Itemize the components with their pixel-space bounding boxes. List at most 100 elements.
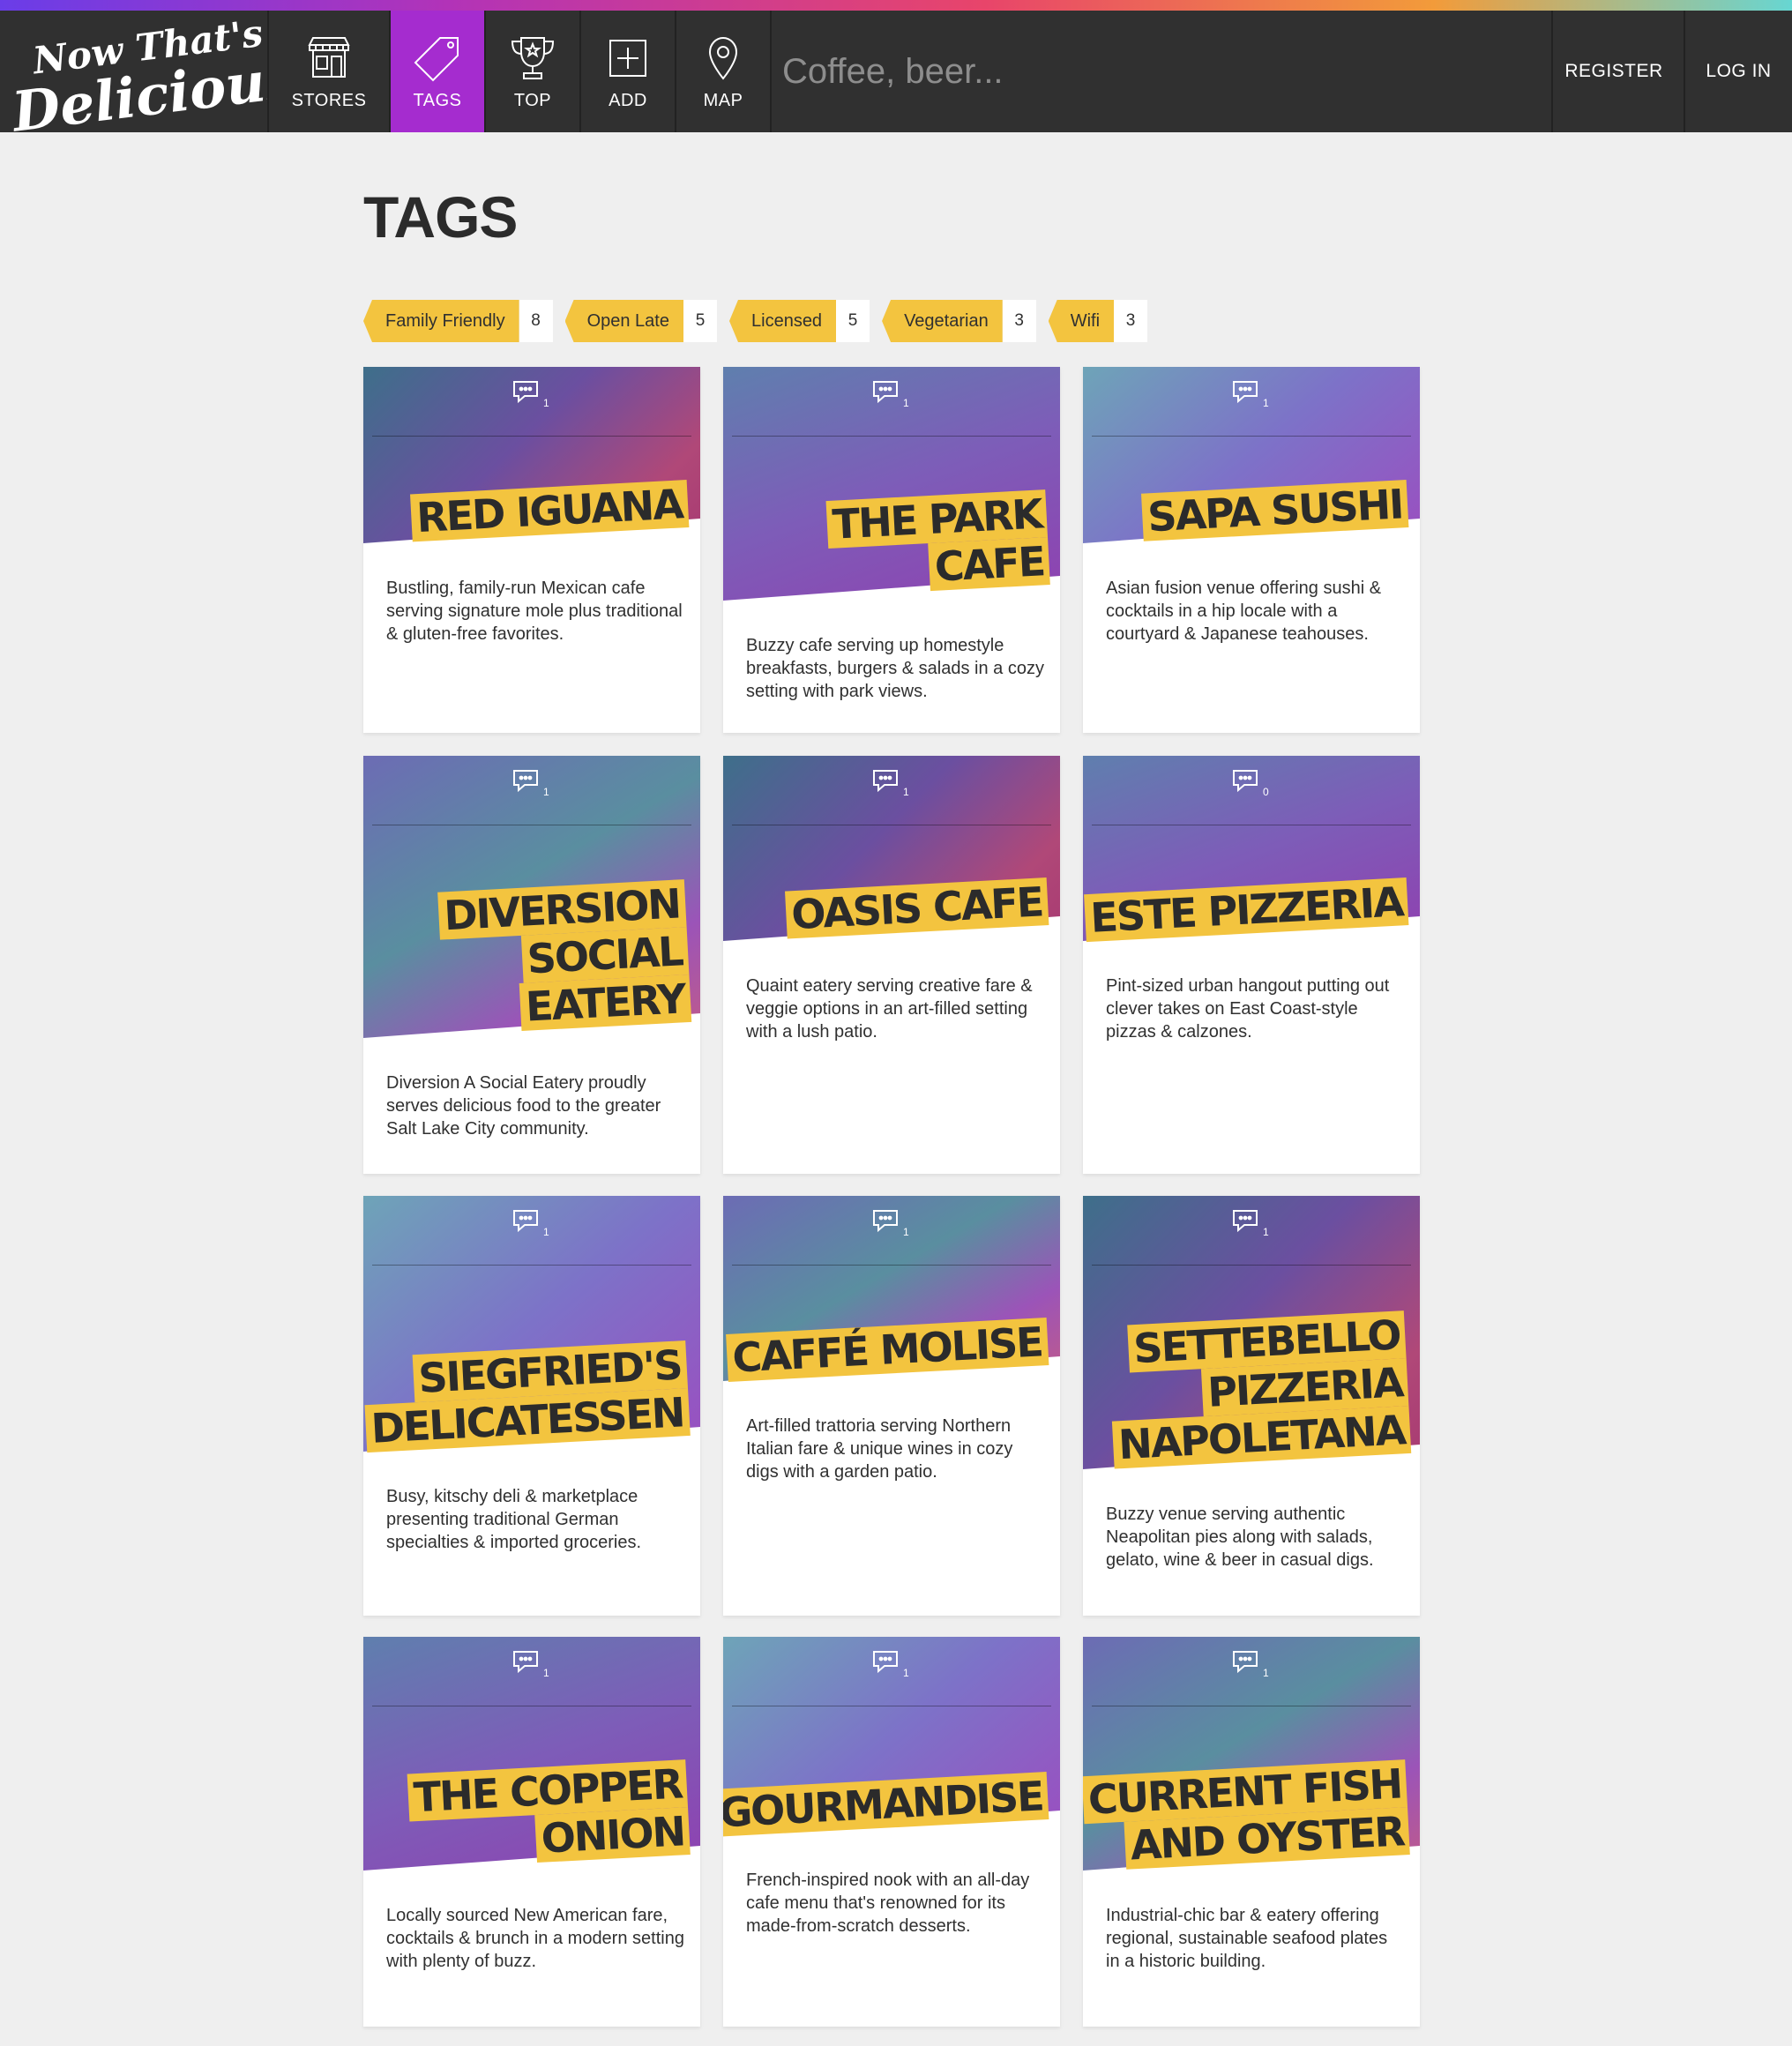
store-description: Bustling, family-run Mexican cafe servin… — [386, 579, 683, 644]
comment-count: 1 — [543, 1226, 549, 1238]
add-icon — [609, 39, 646, 77]
store-title[interactable]: CURRENT FISH AND OYSTER — [1083, 1759, 1410, 1871]
comment-indicator[interactable]: 1 — [511, 768, 552, 800]
store-description: Industrial-chic bar & eatery offering re… — [1106, 1906, 1388, 1971]
comment-icon — [513, 1651, 538, 1674]
logo-mark: Now That's Delicious! — [7, 11, 267, 132]
store-description: Diversion A Social Eatery proudly serves… — [386, 1073, 661, 1139]
store-description: Buzzy cafe serving up homestyle breakfas… — [746, 636, 1044, 701]
store-description: Quaint eatery serving creative fare & ve… — [746, 976, 1033, 1042]
hero-divider — [372, 1265, 691, 1266]
store-title[interactable]: SIEGFRIED'S DELICATESSEN — [363, 1340, 691, 1453]
comment-icon — [873, 1651, 898, 1674]
comment-icon — [1233, 1651, 1258, 1674]
store-description: Pint-sized urban hangout putting out cle… — [1106, 976, 1390, 1042]
store-card[interactable]: 1 SETTEBELLO PIZZERIA NAPOLETANA Buzzy venue… — [1083, 1196, 1420, 1616]
store-title[interactable]: THE PARK CAFE — [825, 489, 1050, 596]
store-title-line: CAFE — [927, 537, 1050, 592]
hero-divider — [372, 436, 691, 437]
store-card[interactable]: 1 THE COPPER ONION Locally sourced New Amer… — [363, 1637, 700, 2027]
comment-icon — [1233, 381, 1258, 404]
comment-icon — [513, 381, 538, 404]
store-title[interactable]: DIVERSION SOCIAL EATERY — [437, 879, 692, 1034]
comment-icon — [873, 770, 898, 793]
comment-indicator[interactable]: 1 — [871, 1649, 912, 1681]
store-card[interactable]: 1 SAPA SUSHI Asian fusion venue offering s… — [1083, 367, 1420, 733]
store-description: Busy, kitschy deli & marketplace present… — [386, 1487, 642, 1552]
store-description: Locally sourced New American fare, cockt… — [386, 1906, 684, 1971]
comment-indicator[interactable]: 1 — [511, 1649, 552, 1681]
comment-indicator[interactable]: 1 — [1231, 1208, 1272, 1240]
hero-divider — [1092, 436, 1411, 437]
register-link[interactable]: REGISTER — [1553, 11, 1675, 132]
tag-count: 5 — [836, 300, 870, 342]
comment-icon — [1233, 1210, 1258, 1233]
comment-count: 1 — [1263, 1667, 1269, 1679]
comment-icon — [873, 1210, 898, 1233]
comment-indicator[interactable]: 1 — [871, 1208, 912, 1240]
nav-stores[interactable]: STORES — [269, 11, 391, 132]
store-card[interactable]: 1 GOURMANDISE French-inspired nook with an… — [723, 1637, 1060, 2027]
tag-label: Licensed — [729, 300, 837, 342]
store-title-line: SOCIAL — [520, 927, 690, 983]
store-description: Asian fusion venue offering sushi & cock… — [1106, 579, 1382, 644]
hero-divider — [732, 1265, 1051, 1266]
comment-icon — [873, 381, 898, 404]
store-card[interactable]: 1 THE PARK CAFE Buzzy cafe serving up homes… — [723, 367, 1060, 733]
comment-indicator[interactable]: 1 — [511, 379, 552, 411]
store-card[interactable]: 1 RED IGUANA Bustling, family-run Mexican … — [363, 367, 700, 733]
nav-tags[interactable]: TAGS — [391, 11, 486, 132]
comment-indicator[interactable]: 1 — [1231, 1649, 1272, 1681]
comment-icon — [513, 770, 538, 793]
comment-count: 1 — [543, 1667, 549, 1679]
comment-indicator[interactable]: 1 — [871, 379, 912, 411]
store-title-line: ONION — [534, 1807, 691, 1863]
top-navigation: Now That's Delicious! STORES TAGS TOP AD… — [0, 11, 1792, 132]
comment-count: 1 — [903, 786, 909, 798]
store-card[interactable]: 1 DIVERSION SOCIAL EATERY Diversion A Social… — [363, 756, 700, 1174]
comment-count: 0 — [1263, 786, 1269, 798]
tag-label: Vegetarian — [882, 300, 1003, 342]
top-gradient-bar — [0, 0, 1792, 11]
comment-indicator[interactable]: 0 — [1231, 768, 1272, 800]
store-description: Buzzy venue serving authentic Neapolitan… — [1106, 1505, 1374, 1570]
store-title-line: EATERY — [519, 974, 692, 1031]
store-card[interactable]: 1 CAFFÉ MOLISE Art-filled trattoria servin… — [723, 1196, 1060, 1616]
comment-count: 1 — [543, 786, 549, 798]
tag-vegetarian[interactable]: Vegetarian 3 — [882, 300, 1036, 342]
nav-top[interactable]: TOP — [486, 11, 581, 132]
nav-map-label: MAP — [703, 90, 743, 110]
store-title[interactable]: SETTEBELLO PIZZERIA NAPOLETANA — [1107, 1310, 1412, 1469]
site-logo[interactable]: Now That's Delicious! — [0, 11, 269, 132]
comment-indicator[interactable]: 1 — [871, 768, 912, 800]
store-card[interactable]: 0 ESTE PIZZERIA Pint-sized urban hangout p… — [1083, 756, 1420, 1174]
comment-icon — [513, 1210, 538, 1233]
tag-label: Wifi — [1048, 300, 1115, 342]
comment-indicator[interactable]: 1 — [1231, 379, 1272, 411]
comment-count: 1 — [543, 397, 549, 409]
nav-map[interactable]: MAP — [676, 11, 772, 132]
tag-wifi[interactable]: Wifi 3 — [1048, 300, 1148, 342]
store-title[interactable]: THE COPPER ONION — [407, 1759, 691, 1869]
tag-licensed[interactable]: Licensed 5 — [729, 300, 870, 342]
store-card[interactable]: 1 SIEGFRIED'S DELICATESSEN Busy, kitschy de… — [363, 1196, 700, 1616]
store-icon — [308, 36, 350, 78]
tag-family-friendly[interactable]: Family Friendly 8 — [363, 300, 553, 342]
store-description: French-inspired nook with an all-day caf… — [746, 1871, 1030, 1936]
comment-count: 1 — [903, 1667, 909, 1679]
store-card[interactable]: 1 CURRENT FISH AND OYSTER Industrial-chic b… — [1083, 1637, 1420, 2027]
page-title: TAGS — [363, 184, 518, 250]
map-pin-icon — [708, 36, 738, 80]
comment-icon — [1233, 770, 1258, 793]
nav-add-label: ADD — [609, 90, 647, 110]
login-link[interactable]: LOG IN — [1684, 11, 1792, 132]
auth-links: REGISTER LOG IN — [1553, 11, 1792, 132]
comment-indicator[interactable]: 1 — [511, 1208, 552, 1240]
search-input[interactable] — [772, 11, 1551, 132]
nav-top-label: TOP — [513, 90, 552, 110]
tag-open-late[interactable]: Open Late 5 — [564, 300, 717, 342]
tag-count: 3 — [1114, 300, 1148, 342]
store-card[interactable]: 1 OASIS CAFE Quaint eatery serving creativ… — [723, 756, 1060, 1174]
nav-add[interactable]: ADD — [581, 11, 676, 132]
trophy-icon — [511, 36, 555, 79]
